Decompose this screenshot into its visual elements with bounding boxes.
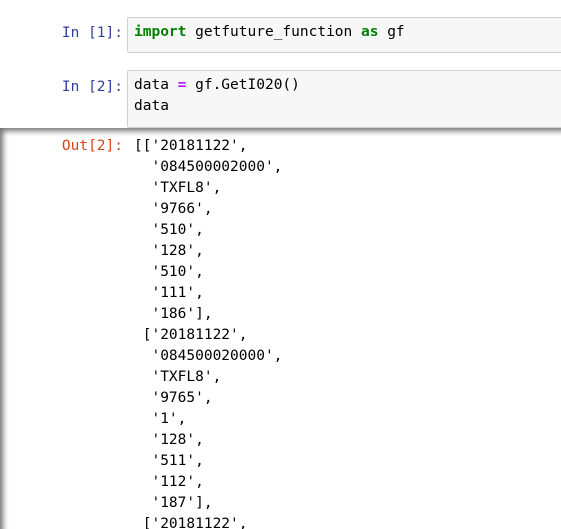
code-text: gf.GetI020(): [186, 77, 300, 93]
input-prompt-1: In [1]:: [61, 25, 123, 41]
code-line: data = gf.GetI020(): [134, 75, 556, 96]
output-line: '510',: [134, 264, 204, 280]
output-line: '112',: [134, 474, 204, 490]
output-line: 'TXFL8',: [134, 180, 222, 196]
code-editor-1[interactable]: import getfuture_function as gf: [127, 17, 561, 53]
output-line: '1',: [134, 411, 187, 427]
output-line: 'TXFL8',: [134, 369, 222, 385]
code-editor-2[interactable]: data = gf.GetI020() data: [127, 70, 561, 128]
output-line: '186'],: [134, 306, 213, 322]
output-line: '111',: [134, 285, 204, 301]
code-text: getfuture_function: [186, 24, 361, 40]
output-area-scrolled[interactable]: Out[2]: [['20181122', '084500002000', 'T…: [0, 128, 561, 529]
output-line: '9766',: [134, 201, 213, 217]
output-text: [['20181122', '084500002000', 'TXFL8', '…: [134, 136, 282, 529]
output-line: ['20181122',: [134, 327, 248, 343]
input-cell-1: In [1]: import getfuture_function as gf: [0, 17, 561, 53]
output-line: ['20181122',: [134, 516, 248, 529]
output-line: [['20181122',: [134, 138, 248, 154]
code-text: gf: [378, 24, 405, 40]
code-keyword: as: [361, 24, 379, 40]
output-prompt: Out[2]:: [61, 138, 123, 154]
input-cell-2: In [2]: data = gf.GetI020() data: [0, 70, 561, 128]
output-line: '084500020000',: [134, 348, 283, 364]
output-line: '187'],: [134, 495, 213, 511]
output-line: '510',: [134, 222, 204, 238]
code-line: data: [134, 98, 169, 114]
code-keyword: import: [134, 24, 187, 40]
output-line: '128',: [134, 432, 204, 448]
output-line: '511',: [134, 453, 204, 469]
output-line: '9765',: [134, 390, 213, 406]
code-text: data: [134, 77, 178, 93]
output-line: '084500002000',: [134, 159, 283, 175]
input-prompt-2: In [2]:: [61, 79, 123, 95]
output-line: '128',: [134, 243, 204, 259]
